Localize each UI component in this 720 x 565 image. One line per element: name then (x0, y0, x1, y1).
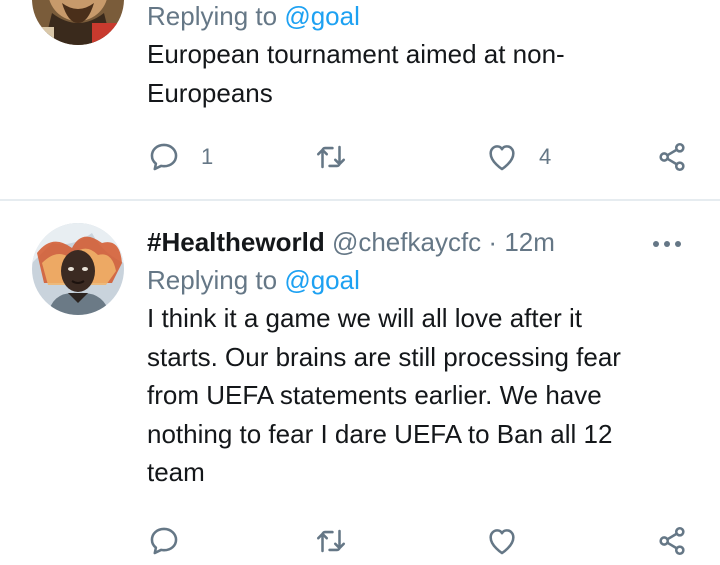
avatar[interactable] (32, 223, 124, 315)
user-handle[interactable]: @chefkaycfc (332, 227, 481, 257)
retweet-icon (316, 145, 346, 169)
speech-bubble-icon (150, 143, 178, 171)
reply-button[interactable] (147, 521, 201, 561)
more-dots-icon (653, 241, 681, 247)
tweet-text-line: nothing to fear I dare UEFA to Ban all 1… (147, 418, 613, 449)
reply-count: 1 (201, 144, 214, 169)
replying-to: Replying to @goal (147, 0, 692, 35)
tweet-text-line: I think it a game we will all love after… (147, 303, 582, 333)
like-button[interactable] (485, 521, 539, 561)
tweet-header: #Healtheworld @chefkaycfc · 12m (147, 223, 692, 261)
replying-to: Replying to @goal (147, 261, 692, 299)
more-options-button[interactable] (650, 223, 684, 261)
share-button[interactable] (655, 137, 689, 177)
like-button[interactable]: 4 (485, 137, 551, 177)
retweet-icon (316, 529, 346, 553)
display-name[interactable]: #Healtheworld (147, 227, 325, 257)
retweet-button[interactable] (314, 137, 368, 177)
tweet-text-line: European tournament aimed at non- (147, 39, 565, 69)
replying-to-label: Replying to (147, 265, 285, 295)
mention-link[interactable]: @goal (284, 1, 360, 31)
avatar-image (32, 223, 124, 315)
heart-icon (489, 529, 515, 555)
tweet-actions (147, 521, 692, 561)
share-button[interactable] (655, 521, 689, 561)
retweet-button[interactable] (314, 521, 368, 561)
tweet-2[interactable]: #Healtheworld @chefkaycfc · 12m Replying… (0, 201, 720, 565)
tweet-text: I think it a game we will all love after… (147, 299, 692, 492)
speech-bubble-icon (150, 527, 178, 555)
tweet-text-line: from UEFA statements earlier. We have (147, 380, 602, 410)
like-count: 4 (539, 144, 552, 169)
tweet-text-line: starts. Our brains are still processing … (147, 341, 621, 372)
tweet-text-line: Europeans (147, 77, 273, 108)
reply-button[interactable]: 1 (147, 137, 213, 177)
timestamp[interactable]: 12m (504, 227, 555, 257)
avatar[interactable] (32, 0, 124, 45)
share-icon (659, 142, 685, 172)
separator-dot: · (488, 227, 498, 257)
heart-icon (489, 145, 515, 171)
tweet-actions: 1 4 (147, 137, 692, 177)
share-icon (659, 526, 685, 556)
avatar-image (32, 0, 124, 45)
replying-to-label: Replying to (147, 1, 285, 31)
mention-link[interactable]: @goal (284, 265, 360, 295)
tweet-text-line: team (147, 457, 205, 487)
tweet-text: European tournament aimed at non- Europe… (147, 35, 692, 112)
tweet-1[interactable]: Replying to @goal European tournament ai… (0, 0, 720, 200)
